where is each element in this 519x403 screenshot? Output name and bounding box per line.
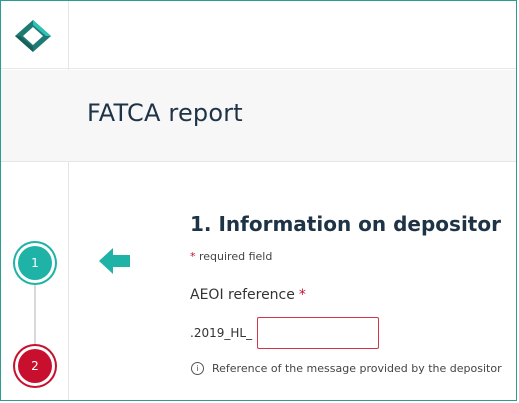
app-window: FATCA report 1 2 1. Information on depos…	[0, 0, 517, 401]
page-header	[1, 70, 516, 162]
aeoi-reference-input[interactable]	[257, 317, 379, 349]
required-star: *	[190, 250, 196, 263]
step-2-indicator[interactable]: 2	[18, 349, 52, 383]
info-icon: i	[191, 362, 204, 375]
step-1-indicator[interactable]: 1	[18, 246, 52, 280]
aeoi-required-star: *	[298, 287, 306, 303]
aeoi-reference-help: i Reference of the message provided by t…	[191, 362, 502, 375]
stepper-line	[34, 281, 36, 353]
arrow-left-icon	[99, 248, 130, 274]
page-title: FATCA report	[87, 99, 243, 127]
top-bar	[1, 1, 516, 69]
required-note-text: required field	[199, 250, 273, 263]
help-text: Reference of the message provided by the…	[212, 362, 502, 375]
required-field-note: * required field	[190, 250, 272, 263]
aeoi-reference-label: AEOI reference *	[190, 287, 306, 303]
section-title: 1. Information on depositor	[190, 212, 501, 236]
aeoi-reference-prefix: .2019_HL_	[190, 326, 253, 340]
aeoi-reference-label-text: AEOI reference	[190, 287, 295, 303]
